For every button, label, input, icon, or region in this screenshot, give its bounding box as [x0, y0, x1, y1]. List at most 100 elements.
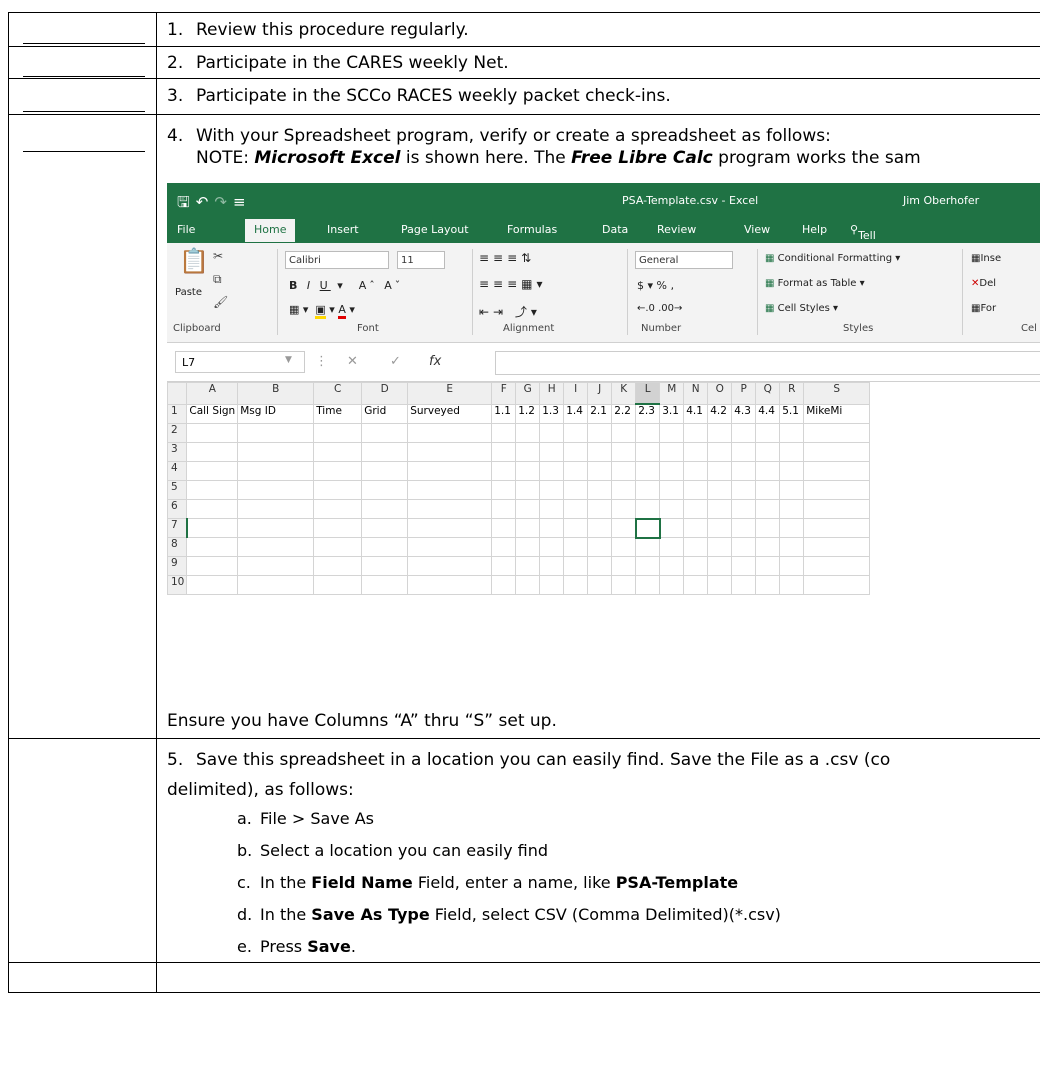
cell[interactable]: 1.4: [563, 403, 589, 424]
cell[interactable]: [803, 499, 871, 519]
column-header[interactable]: J: [587, 382, 613, 405]
cell[interactable]: [539, 423, 565, 443]
cell[interactable]: 4.3: [731, 403, 757, 424]
save-icon[interactable]: 🖫: [177, 193, 196, 211]
cell[interactable]: [186, 461, 239, 481]
cell[interactable]: [237, 518, 315, 538]
cell[interactable]: [237, 461, 315, 481]
conditional-formatting-button[interactable]: ▦ Conditional Formatting ▾: [765, 253, 900, 264]
cell[interactable]: [186, 442, 239, 462]
cell[interactable]: [491, 537, 517, 557]
cell[interactable]: [731, 480, 757, 500]
cell[interactable]: [803, 442, 871, 462]
cell[interactable]: [587, 575, 613, 595]
cell[interactable]: Msg ID: [237, 403, 315, 424]
cell[interactable]: [361, 537, 409, 557]
format-painter-icon[interactable]: 🖌: [213, 295, 228, 309]
cell[interactable]: 2.2: [611, 403, 637, 424]
cancel-icon[interactable]: ✕: [347, 354, 358, 369]
cell[interactable]: [779, 499, 805, 519]
cell[interactable]: [659, 442, 685, 462]
font-size-select[interactable]: 11: [397, 251, 445, 269]
cell[interactable]: [539, 499, 565, 519]
cell[interactable]: 4.1: [683, 403, 709, 424]
font-name-select[interactable]: Calibri: [285, 251, 389, 269]
cell[interactable]: [611, 556, 637, 576]
cell[interactable]: 3.1: [659, 403, 685, 424]
column-header[interactable]: R: [779, 382, 805, 405]
cell[interactable]: [731, 461, 757, 481]
cell[interactable]: [491, 499, 517, 519]
cell[interactable]: [186, 575, 239, 595]
cell[interactable]: [361, 575, 409, 595]
cell[interactable]: [611, 537, 637, 557]
cell[interactable]: [361, 499, 409, 519]
cell[interactable]: [313, 442, 363, 462]
selected-cell[interactable]: [634, 517, 661, 539]
cell[interactable]: [683, 575, 709, 595]
cell[interactable]: [587, 480, 613, 500]
cell[interactable]: [779, 575, 805, 595]
row-header[interactable]: 8: [167, 537, 188, 557]
cell[interactable]: [707, 480, 733, 500]
cell[interactable]: [361, 461, 409, 481]
cell[interactable]: [563, 575, 589, 595]
cell[interactable]: [683, 537, 709, 557]
cell[interactable]: [587, 556, 613, 576]
cell[interactable]: [635, 537, 661, 557]
cell[interactable]: Grid: [361, 403, 409, 424]
cell[interactable]: [587, 518, 613, 538]
cell[interactable]: [611, 442, 637, 462]
border-fill-color-buttons[interactable]: ▦ ▾ ▣ ▾ A ▾: [289, 303, 355, 319]
name-box-dropdown-icon[interactable]: ▼: [285, 355, 292, 365]
cell[interactable]: [313, 537, 363, 557]
customize-icon[interactable]: ≡: [233, 193, 252, 211]
cell[interactable]: [491, 556, 517, 576]
cell[interactable]: [635, 442, 661, 462]
cell[interactable]: [707, 556, 733, 576]
row-header[interactable]: 6: [167, 499, 188, 519]
cell[interactable]: [683, 423, 709, 443]
row-header[interactable]: 1: [167, 403, 188, 424]
row-header[interactable]: 10: [167, 575, 188, 595]
cell[interactable]: [659, 575, 685, 595]
cell[interactable]: [659, 499, 685, 519]
row-header[interactable]: 9: [167, 556, 188, 576]
cell[interactable]: [731, 556, 757, 576]
cell[interactable]: [491, 575, 517, 595]
cell[interactable]: [755, 556, 781, 576]
cell[interactable]: [491, 423, 517, 443]
row-header[interactable]: 5: [167, 480, 188, 500]
cell[interactable]: [563, 556, 589, 576]
tab-review[interactable]: Review: [657, 223, 696, 236]
cell[interactable]: [407, 518, 493, 538]
cell[interactable]: [407, 556, 493, 576]
tab-home[interactable]: Home: [245, 219, 296, 242]
cell[interactable]: [659, 537, 685, 557]
cell[interactable]: [731, 575, 757, 595]
column-header[interactable]: H: [539, 382, 565, 405]
column-header[interactable]: Q: [755, 382, 781, 405]
cell[interactable]: [779, 442, 805, 462]
column-header[interactable]: N: [683, 382, 709, 405]
cell[interactable]: [779, 461, 805, 481]
select-all-corner[interactable]: [167, 382, 188, 405]
cell[interactable]: [361, 442, 409, 462]
cell[interactable]: [755, 442, 781, 462]
check-line[interactable]: [23, 151, 145, 152]
cell[interactable]: [659, 518, 685, 538]
cell[interactable]: [659, 461, 685, 481]
decimal-buttons[interactable]: ←.0 .00→: [637, 303, 682, 314]
cell[interactable]: [407, 423, 493, 443]
column-header[interactable]: C: [313, 382, 363, 405]
cell[interactable]: [587, 537, 613, 557]
cell[interactable]: [803, 537, 871, 557]
cell[interactable]: 5.1: [779, 403, 805, 424]
row-header[interactable]: 4: [167, 461, 188, 481]
cell[interactable]: 4.4: [755, 403, 781, 424]
cell[interactable]: [635, 575, 661, 595]
column-header[interactable]: K: [611, 382, 637, 405]
cell[interactable]: [186, 537, 239, 557]
cell[interactable]: [491, 518, 517, 538]
cell[interactable]: [611, 499, 637, 519]
